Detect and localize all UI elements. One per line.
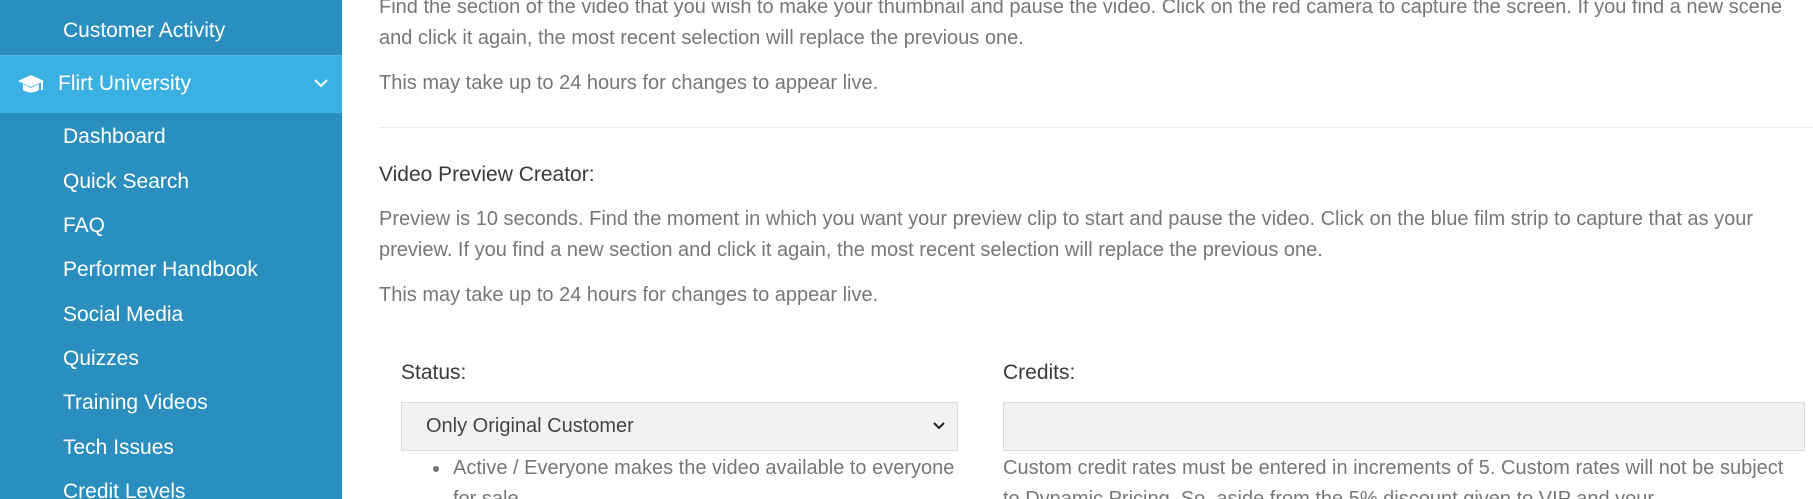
credits-help-text: Custom credit rates must be entered in i… (1003, 457, 1784, 499)
sidebar-item-dashboard[interactable]: Dashboard (63, 125, 166, 149)
sidebar-item-customer-activity[interactable]: Customer Activity (63, 19, 225, 43)
status-label: Status: (401, 361, 467, 384)
chevron-down-icon (314, 79, 328, 88)
sidebar-item-tech-issues[interactable]: Tech Issues (63, 436, 174, 460)
chevron-down-icon (933, 422, 945, 430)
status-select[interactable]: Only Original Customer (401, 402, 958, 451)
preview-instructions: Preview is 10 seconds. Find the moment i… (379, 208, 1754, 261)
sidebar-item-quizzes[interactable]: Quizzes (63, 347, 139, 371)
sidebar-item-performer-handbook[interactable]: Performer Handbook (63, 258, 258, 282)
graduation-cap-icon (18, 75, 44, 93)
sidebar-item-credit-levels[interactable]: Credit Levels (63, 480, 186, 499)
sidebar-item-quick-search[interactable]: Quick Search (63, 170, 189, 194)
sidebar-item-training-videos[interactable]: Training Videos (63, 391, 208, 415)
sidebar-item-faq[interactable]: FAQ (63, 214, 105, 238)
preview-heading: Video Preview Creator: (379, 163, 595, 186)
page: Customer Activity Flirt University Dashb… (0, 0, 1813, 499)
sidebar: Customer Activity Flirt University Dashb… (0, 0, 342, 499)
status-help-list: Active / Everyone makes the video availa… (401, 453, 971, 499)
preview-note: This may take up to 24 hours for changes… (379, 284, 879, 306)
main-content: Find the section of the video that you w… (342, 0, 1813, 499)
thumbnail-note: This may take up to 24 hours for changes… (379, 72, 879, 94)
sidebar-section-flirt-university[interactable]: Flirt University (0, 56, 342, 113)
sidebar-section-label: Flirt University (58, 72, 192, 95)
status-selected-value: Only Original Customer (426, 415, 634, 437)
credits-label: Credits: (1003, 361, 1076, 384)
thumbnail-instructions: Find the section of the video that you w… (379, 0, 1783, 49)
section-divider (379, 127, 1813, 128)
status-help-item: Active / Everyone makes the video availa… (451, 453, 971, 499)
sidebar-item-social-media[interactable]: Social Media (63, 303, 183, 327)
credits-input[interactable] (1003, 402, 1805, 451)
